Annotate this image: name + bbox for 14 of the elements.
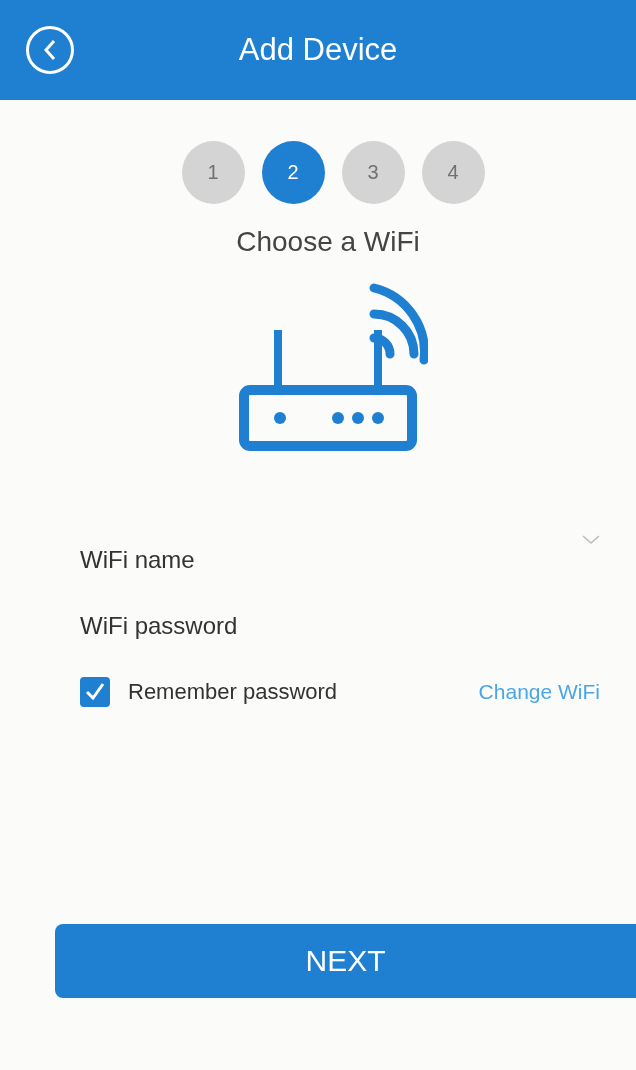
step-indicator: 1: [181, 141, 245, 204]
step-indicator: 2: [261, 141, 325, 204]
wifi-select-field[interactable]: WiFi name: [80, 527, 600, 593]
password-field[interactable]: WiFi password: [80, 593, 600, 659]
back-button[interactable]: [26, 26, 74, 74]
step-heading: Choose a WiFi: [235, 226, 421, 258]
remember-checkbox[interactable]: [80, 677, 110, 707]
remember-label: Remember password: [128, 679, 338, 705]
checkmark-icon: [84, 682, 106, 702]
chevron-down-icon: [582, 535, 600, 545]
step-indicator: 4: [421, 141, 485, 204]
step-indicator: 3: [341, 141, 405, 204]
screen-title: Add Device: [238, 32, 398, 68]
next-button[interactable]: NEXT: [55, 924, 636, 998]
